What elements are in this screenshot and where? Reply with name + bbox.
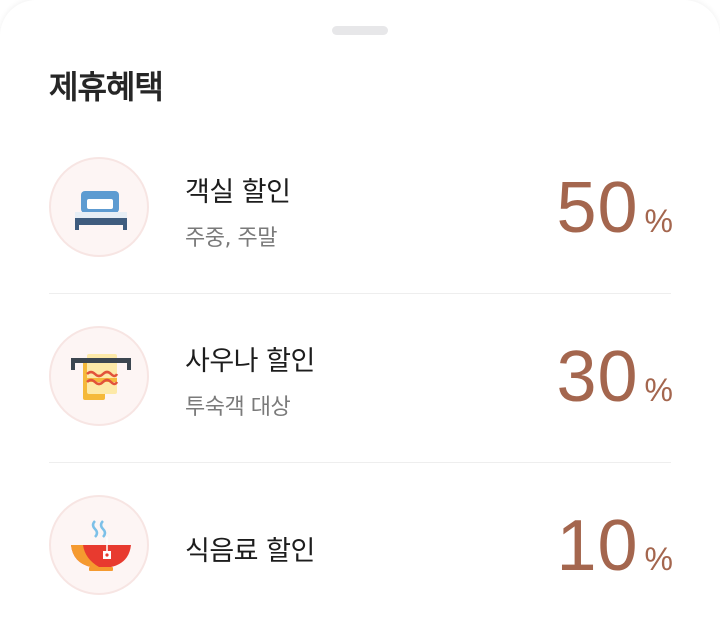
benefit-name: 객실 할인: [185, 177, 291, 208]
benefit-name: 식음료 할인: [185, 536, 315, 567]
towel-icon: [49, 326, 149, 426]
benefit-item-sauna: 사우나 할인 투숙객 대상 30%: [0, 303, 720, 463]
benefit-name: 사우나 할인: [185, 346, 315, 377]
divider: [49, 462, 671, 463]
benefit-subtitle: 주중, 주말: [185, 226, 277, 251]
discount-value: 30: [556, 337, 639, 417]
divider: [49, 293, 671, 294]
discount-unit: %: [644, 541, 673, 577]
benefits-bottom-sheet: 제휴혜택 객실 할인 주중, 주말 50% 사우나 할인 투숙객 대상 30 %…: [0, 0, 720, 632]
discount-value: 50: [556, 168, 639, 248]
hot-tea-icon: [49, 495, 149, 595]
benefit-item-food-beverage: 식음료 할인 10%: [0, 472, 720, 632]
discount-value: 10: [556, 506, 639, 586]
discount-rate: 30%: [556, 341, 673, 413]
discount-unit: %: [644, 372, 673, 408]
discount-unit: %: [644, 203, 673, 239]
discount-rate: 50%: [556, 172, 673, 244]
bed-icon: [49, 157, 149, 257]
discount-rate: 10%: [556, 510, 673, 582]
benefit-item-room: 객실 할인 주중, 주말 50%: [0, 134, 720, 294]
sheet-title: 제휴혜택: [49, 68, 164, 106]
drag-handle[interactable]: [332, 26, 388, 35]
benefit-subtitle: 투숙객 대상: [185, 395, 291, 420]
